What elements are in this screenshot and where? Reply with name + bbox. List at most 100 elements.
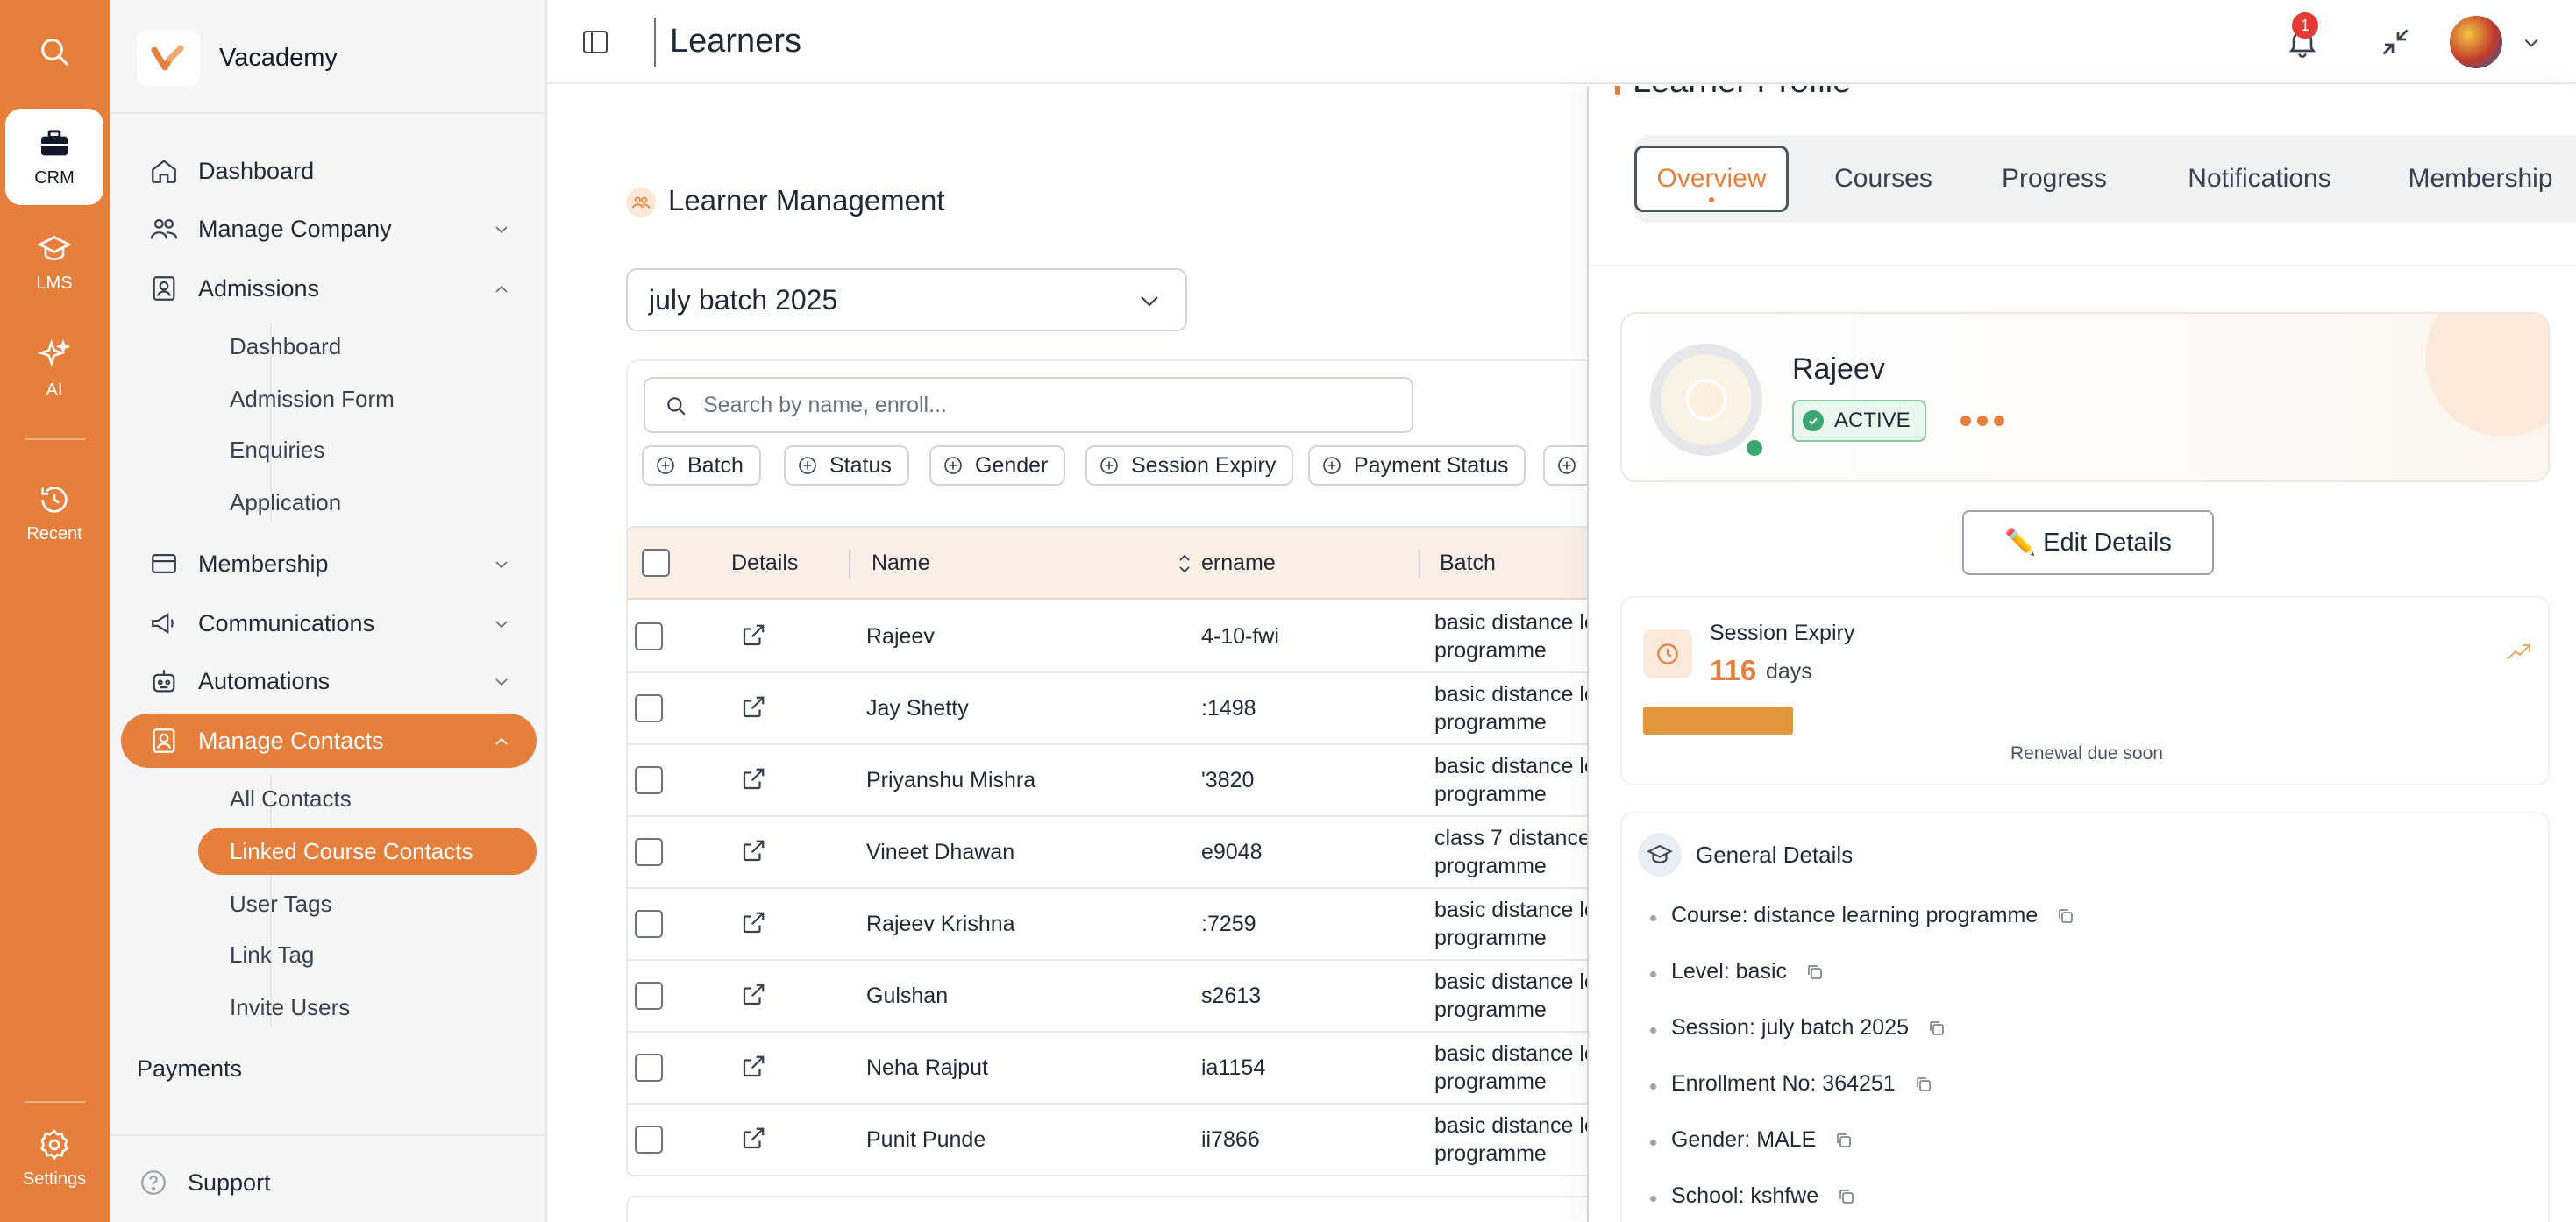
nav-admissions[interactable]: Admissions <box>121 261 537 316</box>
external-link-icon[interactable] <box>740 1126 766 1152</box>
table-row[interactable]: Vineet Dhawan e9048 class 7 distance progra… <box>628 817 1587 889</box>
vacademy-logo <box>137 30 200 86</box>
sort-icon[interactable] <box>1177 552 1192 575</box>
sidebar: Vacademy Dashboard Manage Company Admiss… <box>110 0 547 1222</box>
row-checkbox[interactable] <box>635 1126 663 1154</box>
table-row[interactable]: Jay Shetty:1498 basic distance le programm… <box>628 673 1587 745</box>
plus-circle-icon <box>1323 457 1341 474</box>
row-checkbox[interactable] <box>635 694 663 722</box>
cell-name: Punit Punde <box>866 1127 986 1152</box>
copy-icon[interactable] <box>1806 963 1824 981</box>
col-name[interactable]: Name <box>872 551 930 576</box>
rail-recent[interactable]: Recent <box>5 465 103 561</box>
filter-payment-status[interactable]: Payment Status <box>1308 445 1526 486</box>
pagination-bar <box>626 1196 1587 1222</box>
table-row[interactable]: Rajeev Krishna:7259 basic distance le prog… <box>628 889 1587 961</box>
cell-batch-line1: basic distance le <box>1434 1113 1587 1138</box>
sub-enquiries[interactable]: Enquiries <box>198 426 537 473</box>
cell-batch-line2: programme <box>1434 854 1547 878</box>
sub-all-contacts[interactable]: All Contacts <box>198 775 537 822</box>
learners-table: Details Name ername Batch Rajeev 4-10-fwi… <box>626 526 1587 1176</box>
filter-gender[interactable]: Gender <box>929 445 1066 486</box>
brand[interactable]: Vacademy <box>137 30 338 86</box>
row-checkbox[interactable] <box>635 1054 663 1082</box>
minimize-icon[interactable] <box>2380 26 2411 58</box>
rail-crm[interactable]: CRM <box>5 109 103 205</box>
sub-user-tags[interactable]: User Tags <box>198 880 537 927</box>
batch-select[interactable]: july batch 2025 <box>626 268 1187 331</box>
rail-ai[interactable]: AI <box>5 321 103 417</box>
sub-admissions-dashboard[interactable]: Dashboard <box>198 323 537 370</box>
nav-membership[interactable]: Membership <box>121 536 537 591</box>
profile-name: Rajeev <box>1792 352 1885 386</box>
rail-lms[interactable]: LMS <box>5 214 103 310</box>
cell-batch-line1: basic distance le <box>1434 1041 1587 1066</box>
table-row[interactable]: Punit Punde ii7866 basic distance le progra… <box>628 1105 1587 1175</box>
nav-manage-contacts[interactable]: Manage Contacts <box>121 714 537 768</box>
id-badge-icon <box>153 276 175 301</box>
select-all-checkbox[interactable] <box>642 549 670 577</box>
section-title: Learner Management <box>668 184 945 217</box>
general-details-card: General Details Course: distance learnin… <box>1620 812 2550 1222</box>
sub-linked-course-contacts[interactable]: Linked Course Contacts <box>198 828 537 875</box>
copy-icon[interactable] <box>1915 1076 1932 1093</box>
tab-courses[interactable]: Courses <box>1804 146 1962 212</box>
row-checkbox[interactable] <box>635 982 663 1010</box>
profile-tabs: Overview Courses Progress Notifications … <box>1634 135 2576 223</box>
nav-support[interactable]: Support <box>121 1155 537 1210</box>
cell-name: Gulshan <box>866 984 949 1008</box>
graduation-cap-icon <box>1638 833 1682 877</box>
cell-username: s2613 <box>1201 984 1262 1008</box>
rail-search[interactable] <box>5 7 103 103</box>
nav-automations[interactable]: Automations <box>121 654 537 708</box>
row-checkbox[interactable] <box>635 766 663 794</box>
sub-application[interactable]: Application <box>198 479 537 526</box>
copy-icon[interactable] <box>1838 1188 1855 1205</box>
tab-notifications[interactable]: Notifications <box>2152 146 2367 212</box>
chevron-down-icon[interactable] <box>2522 33 2541 53</box>
profile-card: Rajeev ACTIVE <box>1620 312 2550 482</box>
filter-more[interactable] <box>1543 445 1587 486</box>
external-link-icon[interactable] <box>740 622 766 649</box>
rail-settings[interactable]: Settings <box>5 1110 103 1206</box>
filter-batch[interactable]: Batch <box>642 445 761 486</box>
cell-batch-line1: class 7 distance <box>1434 826 1587 850</box>
copy-icon[interactable] <box>1835 1132 1853 1149</box>
tab-overview[interactable]: Overview <box>1634 146 1789 212</box>
row-checkbox[interactable] <box>635 838 663 866</box>
tab-membership[interactable]: Membership <box>2380 146 2576 212</box>
table-row[interactable]: Rajeev 4-10-fwi basic distance le programme <box>628 601 1587 673</box>
sidebar-toggle-icon[interactable] <box>582 30 608 54</box>
external-link-icon[interactable] <box>740 694 766 721</box>
nav-manage-company-label: Manage Company <box>198 215 392 242</box>
nav-manage-company[interactable]: Manage Company <box>121 202 537 256</box>
tab-progress[interactable]: Progress <box>1971 146 2138 212</box>
more-options-icon[interactable] <box>1960 416 2010 426</box>
user-avatar[interactable] <box>2448 14 2504 70</box>
external-link-icon[interactable] <box>740 838 766 864</box>
nav-communications[interactable]: Communications <box>121 596 537 650</box>
cell-username: :1498 <box>1201 696 1256 721</box>
nav-automations-label: Automations <box>198 667 331 694</box>
edit-details-button[interactable]: ✏️ Edit Details <box>1962 510 2214 575</box>
nav-payments[interactable]: Payments <box>121 1041 537 1096</box>
filter-status[interactable]: Status <box>784 445 909 486</box>
sub-admission-form[interactable]: Admission Form <box>198 375 537 423</box>
search-input[interactable]: Search by name, enroll... <box>644 377 1413 433</box>
table-row[interactable]: Priyanshu Mishra '3820 basic distance le pr… <box>628 745 1587 817</box>
copy-icon[interactable] <box>1928 1020 1946 1037</box>
external-link-icon[interactable] <box>740 910 766 936</box>
external-link-icon[interactable] <box>740 982 766 1008</box>
nav-dashboard[interactable]: Dashboard <box>121 144 537 198</box>
sub-invite-users[interactable]: Invite Users <box>198 984 537 1031</box>
row-checkbox[interactable] <box>635 622 663 650</box>
row-checkbox[interactable] <box>635 910 663 938</box>
sub-link-tag[interactable]: Link Tag <box>198 931 537 978</box>
filter-session-expiry[interactable]: Session Expiry <box>1085 445 1294 486</box>
table-row[interactable]: Neha Rajput ia1154 basic distance le progra… <box>628 1033 1587 1105</box>
copy-icon[interactable] <box>2057 907 2074 925</box>
external-link-icon[interactable] <box>740 1054 766 1080</box>
general-detail-item: Level: basic <box>1671 959 1824 984</box>
table-row[interactable]: Gulshan s2613 basic distance le programme <box>628 961 1587 1033</box>
external-link-icon[interactable] <box>740 766 766 792</box>
